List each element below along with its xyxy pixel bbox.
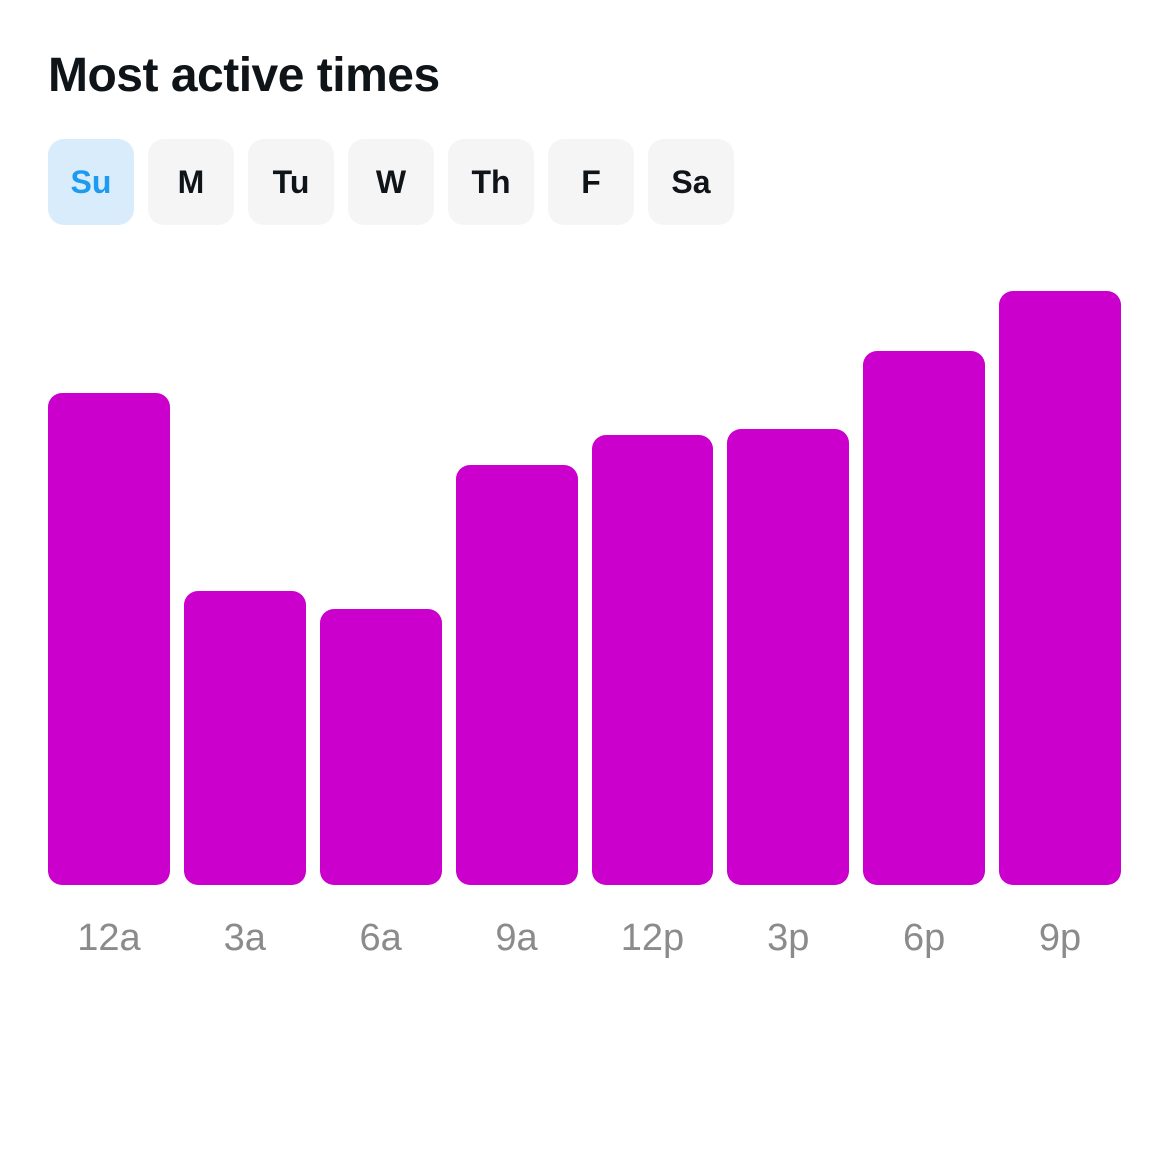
most-active-times-card: Most active times Su M Tu W Th F Sa 12a … <box>48 48 1121 960</box>
bar-9p <box>999 291 1121 885</box>
x-axis: 12a 3a 6a 9a 12p 3p 6p 9p <box>48 917 1121 960</box>
x-label-9p: 9p <box>999 917 1121 960</box>
bar-3a <box>184 591 306 885</box>
x-label-12a: 12a <box>48 917 170 960</box>
bar-6a <box>320 609 442 885</box>
day-tab-th[interactable]: Th <box>448 139 534 225</box>
bar-3p <box>727 429 849 885</box>
day-tabs: Su M Tu W Th F Sa <box>48 139 1121 225</box>
day-tab-su[interactable]: Su <box>48 139 134 225</box>
bar-9a <box>456 465 578 885</box>
day-tab-sa[interactable]: Sa <box>648 139 734 225</box>
card-title: Most active times <box>48 48 1121 103</box>
day-tab-tu[interactable]: Tu <box>248 139 334 225</box>
bar-6p <box>863 351 985 885</box>
x-label-3a: 3a <box>184 917 306 960</box>
x-label-3p: 3p <box>727 917 849 960</box>
bar-chart <box>48 285 1121 885</box>
x-label-6p: 6p <box>863 917 985 960</box>
x-label-9a: 9a <box>456 917 578 960</box>
x-label-12p: 12p <box>592 917 714 960</box>
day-tab-f[interactable]: F <box>548 139 634 225</box>
x-label-6a: 6a <box>320 917 442 960</box>
day-tab-w[interactable]: W <box>348 139 434 225</box>
day-tab-m[interactable]: M <box>148 139 234 225</box>
bar-12p <box>592 435 714 885</box>
bar-12a <box>48 393 170 885</box>
